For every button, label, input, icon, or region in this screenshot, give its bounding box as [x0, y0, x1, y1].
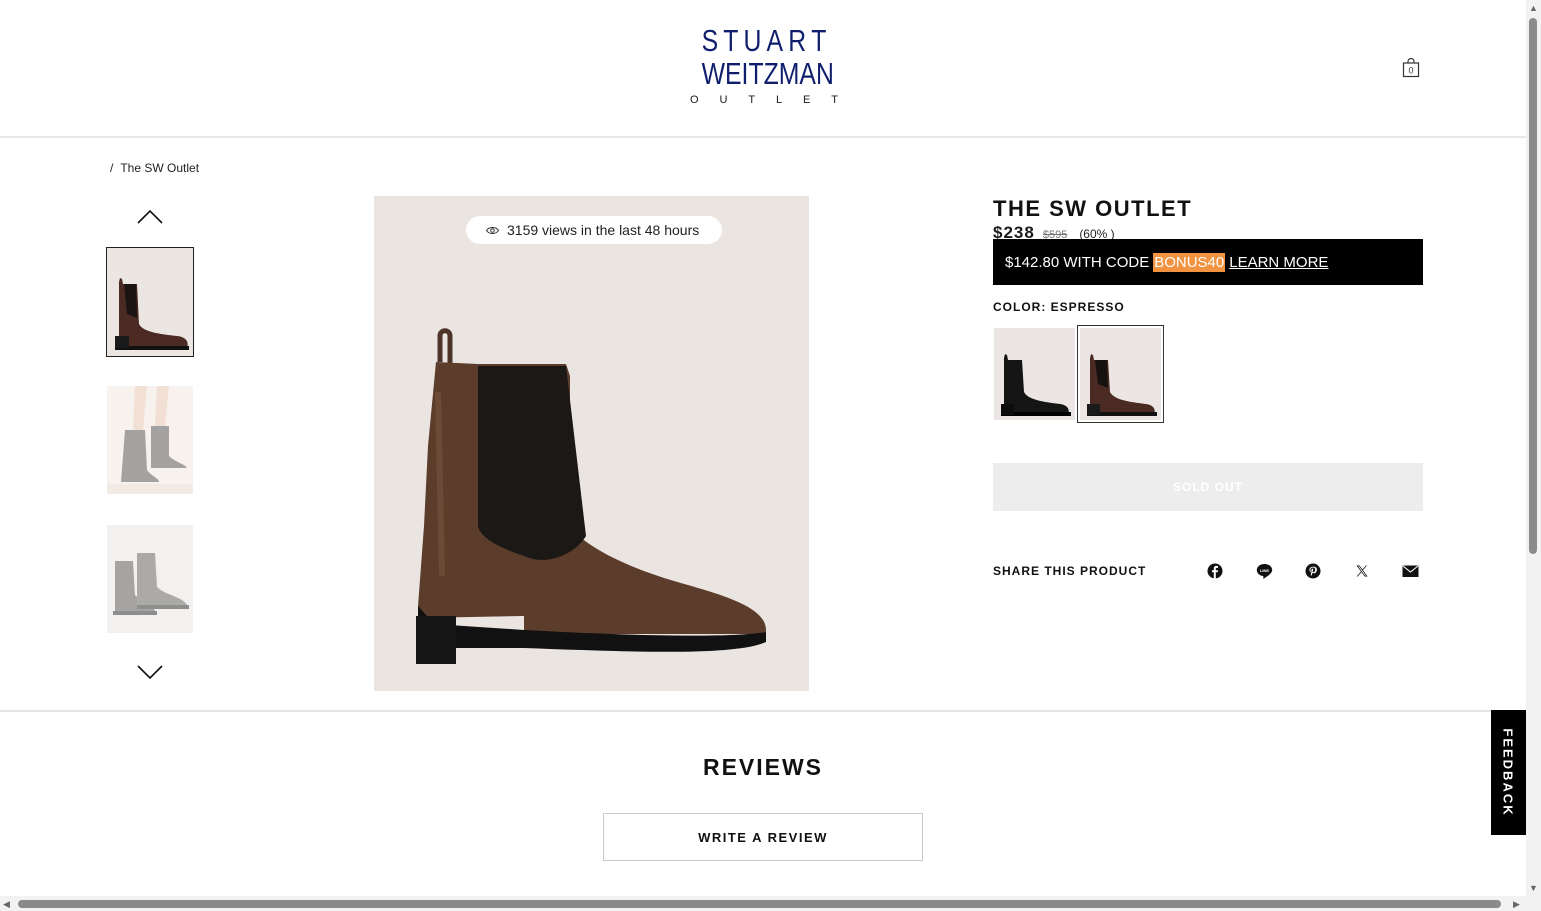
- scroll-down-arrow-icon[interactable]: ▼: [1529, 883, 1538, 893]
- reviews-heading: REVIEWS: [702, 754, 824, 780]
- thumbnail-boot-model[interactable]: [107, 386, 193, 494]
- horizontal-scrollbar-thumb[interactable]: [18, 900, 1501, 908]
- scroll-left-arrow-icon[interactable]: ◀: [3, 899, 10, 909]
- product-title: THE SW OUTLET: [993, 196, 1193, 221]
- horizontal-scrollbar[interactable]: ◀ ▶: [0, 896, 1526, 911]
- main-product-image[interactable]: 3159 views in the last 48 hours: [374, 196, 809, 691]
- espresso-boot-image: [416, 328, 766, 664]
- pinterest-share-button[interactable]: [1305, 563, 1321, 579]
- line-share-button[interactable]: LINE: [1256, 563, 1273, 579]
- promo-code: BONUS40: [1153, 252, 1226, 272]
- logo-line-1: STUART: [701, 23, 827, 58]
- scroll-right-arrow-icon[interactable]: ▶: [1513, 899, 1520, 909]
- breadcrumb-separator: /: [110, 161, 114, 175]
- breadcrumb-current[interactable]: The SW Outlet: [120, 161, 199, 175]
- swatch-black[interactable]: [994, 328, 1075, 420]
- shopping-bag-button[interactable]: 0: [1402, 57, 1420, 78]
- chevron-up-icon: [137, 209, 163, 224]
- logo-line-2: WEITZMAN: [701, 56, 834, 91]
- sold-out-button[interactable]: SOLD OUT: [993, 463, 1423, 511]
- pinterest-icon: [1305, 563, 1321, 579]
- boot-thumbnail-image: [107, 248, 193, 356]
- facebook-share-button[interactable]: [1207, 563, 1223, 579]
- site-header: STUART WEITZMAN OUTLET 0: [0, 0, 1526, 138]
- scroll-up-arrow-icon[interactable]: ▲: [1529, 3, 1538, 13]
- vertical-scrollbar-thumb[interactable]: [1529, 18, 1537, 554]
- section-divider: [0, 710, 1526, 712]
- feedback-label: FEEDBACK: [1501, 728, 1517, 817]
- line-icon: LINE: [1256, 564, 1273, 579]
- black-boot-swatch-image: [994, 328, 1075, 420]
- shopping-bag-icon: 0: [1402, 57, 1420, 78]
- color-label: COLOR: ESPRESSO: [993, 300, 1125, 314]
- feedback-tab[interactable]: FEEDBACK: [1491, 710, 1526, 835]
- x-share-button[interactable]: [1354, 563, 1370, 579]
- espresso-boot-swatch-image: [1080, 328, 1161, 420]
- write-review-button[interactable]: WRITE A REVIEW: [603, 813, 923, 861]
- thumbnail-boot-side[interactable]: [106, 247, 194, 357]
- promo-text: $142.80 WITH CODE: [1005, 253, 1150, 271]
- thumbnail-boot-pair[interactable]: [107, 525, 193, 633]
- facebook-icon: [1207, 563, 1223, 579]
- breadcrumb: / The SW Outlet: [110, 161, 199, 175]
- boot-pair-thumbnail-image: [107, 525, 193, 633]
- vertical-scrollbar[interactable]: ▲ ▼: [1526, 0, 1541, 911]
- email-icon: [1402, 565, 1419, 577]
- learn-more-link[interactable]: LEARN MORE: [1229, 254, 1328, 271]
- logo-line-3: OUTLET: [690, 94, 838, 106]
- stuart-weitzman-outlet-logo[interactable]: STUART WEITZMAN OUTLET: [686, 24, 842, 108]
- thumbnail-next-button[interactable]: [137, 664, 163, 680]
- chevron-down-icon: [137, 665, 163, 680]
- cart-count: 0: [1408, 66, 1413, 76]
- thumbnail-prev-button[interactable]: [137, 209, 163, 225]
- promo-banner: $142.80 WITH CODE BONUS40 LEARN MORE: [993, 239, 1423, 285]
- x-icon: [1356, 565, 1368, 577]
- color-value: ESPRESSO: [1050, 300, 1125, 314]
- svg-text:LINE: LINE: [1260, 568, 1269, 573]
- email-share-button[interactable]: [1402, 563, 1419, 579]
- swatch-espresso[interactable]: [1077, 325, 1164, 423]
- share-label: SHARE THIS PRODUCT: [993, 564, 1147, 578]
- boot-on-model-thumbnail-image: [107, 386, 193, 494]
